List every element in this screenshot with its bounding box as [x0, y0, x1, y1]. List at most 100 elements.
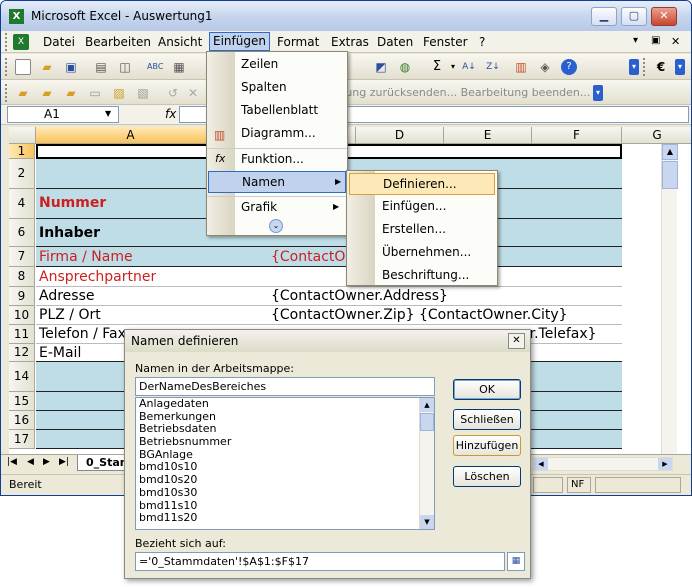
- row-header[interactable]: 14: [9, 362, 35, 392]
- menu-daten[interactable]: Daten: [373, 34, 417, 50]
- submenu-item-uebernehmen[interactable]: Übernehmen...: [347, 242, 497, 264]
- menu-item-spalten[interactable]: Spalten: [207, 77, 347, 99]
- sort-ascending-icon[interactable]: A↓: [461, 59, 477, 75]
- list-item[interactable]: bmd11s20: [136, 511, 434, 525]
- spellcheck-icon[interactable]: ABC: [147, 59, 163, 75]
- menu-format[interactable]: Format: [273, 34, 323, 50]
- row-header[interactable]: 10: [9, 306, 35, 325]
- list-scroll-up-icon[interactable]: ▲: [420, 398, 434, 412]
- tab-prev-icon[interactable]: ◀: [27, 457, 34, 467]
- dialog-close-icon[interactable]: ✕: [508, 333, 525, 349]
- col-header-d[interactable]: D: [356, 127, 444, 144]
- autosum-dropdown-icon[interactable]: ▾: [445, 59, 461, 75]
- col-header-g[interactable]: G: [622, 127, 691, 144]
- row-header[interactable]: 2: [9, 159, 35, 189]
- menu-item-namen[interactable]: Namen ▶: [208, 171, 346, 193]
- euro-icon[interactable]: €: [653, 59, 669, 75]
- scroll-up-icon[interactable]: ▲: [662, 144, 678, 160]
- add-button[interactable]: Hinzufügen: [453, 435, 521, 456]
- drawing-icon[interactable]: ◈: [537, 59, 553, 75]
- open-icon[interactable]: ▰: [39, 59, 55, 75]
- web-icon[interactable]: ◍: [397, 59, 413, 75]
- list-scroll-thumb[interactable]: [420, 413, 434, 431]
- review-folder-icon-2[interactable]: ▰: [39, 85, 55, 101]
- hyperlink-icon[interactable]: ◩: [373, 59, 389, 75]
- list-item[interactable]: Anlagedaten: [136, 398, 434, 411]
- menu-extras[interactable]: Extras: [327, 34, 373, 50]
- menu-einfuegen[interactable]: Einfügen: [209, 32, 270, 51]
- list-item[interactable]: Betriebsnummer: [136, 435, 434, 449]
- menu-item-grafik[interactable]: Grafik ▶: [207, 196, 347, 218]
- menu-item-zeilen[interactable]: Zeilen: [207, 54, 347, 76]
- name-box-dropdown-icon[interactable]: ▼: [105, 109, 111, 118]
- review-delete-icon[interactable]: ▧: [135, 85, 151, 101]
- new-icon[interactable]: [15, 59, 31, 75]
- list-scroll-down-icon[interactable]: ▼: [420, 515, 434, 529]
- scroll-thumb[interactable]: [662, 161, 678, 189]
- ok-button[interactable]: OK: [453, 379, 521, 400]
- print-preview-icon[interactable]: ◫: [117, 59, 133, 75]
- row-header[interactable]: 16: [9, 411, 35, 430]
- toolbar-options-icon-2[interactable]: ▾: [675, 59, 685, 75]
- submenu-item-definieren[interactable]: Definieren...: [349, 173, 495, 195]
- print-icon[interactable]: ▤: [93, 59, 109, 75]
- autosum-icon[interactable]: Σ: [429, 59, 445, 75]
- expand-menu-icon[interactable]: ⌄: [269, 219, 283, 233]
- names-list[interactable]: Anlagedaten Bemerkungen Betriebsdaten Be…: [135, 397, 435, 530]
- review-folder-icon[interactable]: ▰: [15, 85, 31, 101]
- save-icon[interactable]: ▣: [63, 59, 79, 75]
- help-icon[interactable]: ?: [561, 59, 577, 75]
- menu-item-funktion[interactable]: fx Funktion...: [207, 148, 347, 170]
- review-send-text[interactable]: tung zurücksenden... Bearbeitung beenden…: [341, 86, 590, 99]
- submenu-item-erstellen[interactable]: Erstellen...: [347, 219, 497, 241]
- doc-close-icon[interactable]: ✕: [667, 34, 684, 49]
- tab-last-icon[interactable]: ▶|: [59, 457, 69, 467]
- row-header[interactable]: 1: [9, 144, 35, 159]
- research-icon[interactable]: ▦: [171, 59, 187, 75]
- menu-help[interactable]: ?: [475, 34, 489, 50]
- submenu-item-beschriftung[interactable]: Beschriftung...: [347, 265, 497, 287]
- row-header[interactable]: 7: [9, 247, 35, 267]
- horizontal-scrollbar[interactable]: ◀ ▶: [533, 457, 673, 471]
- row-header[interactable]: 8: [9, 267, 35, 287]
- doc-restore-icon-2[interactable]: ▣: [647, 34, 664, 47]
- collapse-dialog-icon[interactable]: ▦: [507, 552, 525, 571]
- row-header[interactable]: 6: [9, 219, 35, 247]
- close-dialog-button[interactable]: Schließen: [453, 409, 521, 430]
- review-toolbar-options-icon[interactable]: ▾: [593, 85, 603, 101]
- submenu-item-einfuegen[interactable]: Einfügen...: [347, 196, 497, 218]
- excel-doc-icon[interactable]: X: [13, 34, 29, 50]
- row-header[interactable]: 9: [9, 287, 35, 306]
- close-button[interactable]: ✕: [651, 7, 677, 26]
- maximize-button[interactable]: ▢: [621, 7, 647, 26]
- minimize-button[interactable]: ▁: [591, 7, 617, 26]
- menu-item-diagramm[interactable]: ▥ Diagramm...: [207, 123, 347, 145]
- delete-button[interactable]: Löschen: [453, 466, 521, 487]
- row-header[interactable]: 4: [9, 189, 35, 219]
- menu-item-tabellenblatt[interactable]: Tabellenblatt: [207, 100, 347, 122]
- row-header[interactable]: 17: [9, 430, 35, 449]
- list-item[interactable]: bmd10s30: [136, 486, 434, 500]
- row-header[interactable]: 15: [9, 392, 35, 411]
- row-header[interactable]: 11: [9, 325, 35, 344]
- tab-next-icon[interactable]: ▶: [43, 457, 50, 467]
- refers-input[interactable]: ='0_Stammdaten'!$A$1:$F$17: [135, 552, 505, 571]
- tab-first-icon[interactable]: |◀: [7, 457, 17, 467]
- name-input[interactable]: DerNameDesBereiches: [135, 377, 435, 396]
- col-header-e[interactable]: E: [444, 127, 532, 144]
- review-folder-icon-3[interactable]: ▰: [63, 85, 79, 101]
- col-header-f[interactable]: F: [532, 127, 622, 144]
- review-track-icon[interactable]: ▨: [111, 85, 127, 101]
- review-reply-icon[interactable]: ↺: [165, 85, 181, 101]
- menu-fenster[interactable]: Fenster: [419, 34, 472, 50]
- review-comment-icon[interactable]: ▭: [87, 85, 103, 101]
- list-scrollbar[interactable]: ▲ ▼: [419, 398, 434, 529]
- select-all-corner[interactable]: [9, 127, 36, 144]
- col-header-a[interactable]: A: [36, 127, 226, 144]
- menu-datei[interactable]: Datei: [39, 34, 79, 50]
- row-header[interactable]: 12: [9, 344, 35, 362]
- menu-bearbeiten[interactable]: Bearbeiten: [81, 34, 155, 50]
- name-box[interactable]: A1: [7, 106, 119, 123]
- menu-ansicht[interactable]: Ansicht: [154, 34, 206, 50]
- hscroll-right-icon[interactable]: ▶: [658, 458, 672, 470]
